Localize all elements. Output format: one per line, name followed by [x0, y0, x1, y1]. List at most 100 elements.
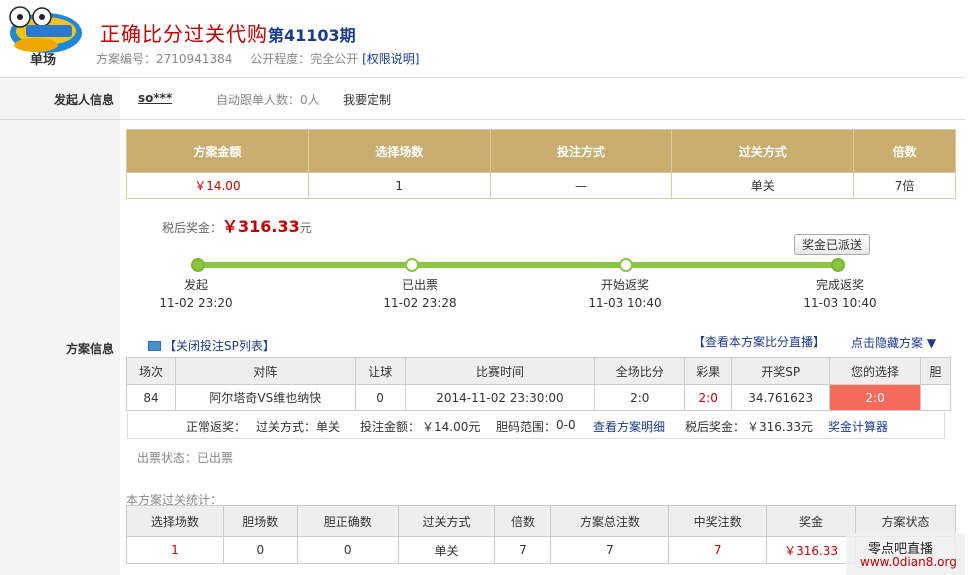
permission-link[interactable]: [权限说明]: [362, 52, 419, 66]
follow-count: 自动跟单人数：0人: [216, 93, 320, 107]
match-header-row: 场次 对阵 让球 比赛时间 全场比分 彩果 开奖SP 您的选择 胆: [126, 357, 952, 385]
table-row: 1 0 0 单关 7 7 7 ￥316.33: [126, 536, 956, 564]
divider: [0, 119, 965, 120]
summary-header-row: 方案金额 选择场数 投注方式 过关方式 倍数: [126, 129, 956, 173]
step-return-start: 开始返奖 11-03 10:40: [575, 276, 675, 312]
plan-summary-table: 方案金额 选择场数 投注方式 过关方式 倍数 ￥14.00 1 — 单关 7倍: [126, 129, 956, 199]
close-sp-list-link[interactable]: 【关闭投注SP列表】: [148, 337, 275, 354]
pass-value: 单关: [316, 420, 341, 434]
step-ticketed: 已出票 11-02 23:28: [370, 276, 470, 312]
col-time: 比赛时间: [404, 357, 596, 385]
stat-matches: 1: [126, 536, 224, 564]
step-label: 开始返奖: [600, 278, 649, 292]
page-header: 单场 正确比分过关代购第41103期 方案编号：2710941384 公开程度：…: [0, 0, 965, 75]
after-tax-label: 税后奖金：: [685, 420, 746, 434]
divider: [0, 77, 965, 78]
match-banker: [919, 384, 952, 411]
page-title: 正确比分过关代购第41103期: [100, 18, 356, 47]
pass-stats-table: 选择场数 胆场数 胆正确数 过关方式 倍数 方案总注数 中奖注数 奖金 方案状态…: [126, 505, 956, 564]
col-score: 全场比分: [594, 357, 686, 385]
openness-value: 完全公开: [310, 52, 359, 66]
stat-col-multiple: 倍数: [494, 505, 552, 537]
after-tax-prize: 税后奖金：￥316.33元: [162, 213, 312, 237]
stat-pass: 单关: [397, 536, 496, 564]
watermark: 零点吧直播 www.0dian8.org: [846, 533, 965, 575]
stat-banker: 0: [222, 536, 298, 564]
banker-range: 0-0: [556, 418, 576, 432]
match-handicap: 0: [354, 384, 406, 411]
stat-col-status: 方案状态: [855, 505, 956, 537]
step-time: 11-02 23:28: [383, 296, 457, 310]
step-node-return-done: [831, 258, 845, 272]
match-time: 2014-11-02 23:30:00: [404, 384, 596, 411]
step-label: 已出票: [401, 278, 438, 292]
plan-meta: 方案编号：2710941384 公开程度：完全公开 [权限说明]: [96, 50, 419, 67]
stat-col-matches: 选择场数: [126, 505, 224, 537]
match-choice: 2:0: [829, 384, 921, 411]
custom-link[interactable]: 我要定制: [343, 91, 391, 108]
header-bet-method: 投注方式: [489, 129, 673, 173]
stat-col-winning-bets: 中奖注数: [668, 505, 768, 537]
value-multiple: 7倍: [853, 172, 956, 199]
step-node-ticketed: [405, 258, 419, 272]
value-pass-method: 单关: [671, 172, 855, 199]
stat-col-banker-correct: 胆正确数: [296, 505, 399, 537]
prize-unit: 元: [299, 221, 312, 235]
stat-banker-correct: 0: [296, 536, 399, 564]
view-live-score-link[interactable]: 【查看本方案比分直播】: [693, 333, 825, 350]
header-amount: 方案金额: [126, 129, 309, 173]
prize-amount: ￥316.33: [222, 217, 300, 236]
initiator-name[interactable]: so***: [138, 91, 172, 105]
header-matches: 选择场数: [307, 129, 491, 173]
step-return-done: 完成返奖 11-03 10:40: [790, 276, 890, 312]
step-time: 11-02 23:20: [159, 296, 233, 310]
stat-winning-bets: 7: [668, 536, 768, 564]
step-label: 完成返奖: [815, 278, 864, 292]
step-node-started: [191, 258, 205, 272]
hide-plan-link[interactable]: 点击隐藏方案 ▼: [851, 334, 936, 351]
plan-label: 方案信息: [65, 342, 114, 356]
issue-number: 第41103期: [268, 26, 356, 45]
stat-col-banker: 胆场数: [222, 505, 298, 537]
match-teams: 阿尔塔奇VS维也纳快: [174, 384, 356, 411]
stat-prize: ￥316.33: [766, 536, 857, 564]
col-result: 彩果: [684, 357, 733, 385]
col-sp: 开奖SP: [731, 357, 831, 385]
return-summary: 正常返奖： 过关方式： 单关 投注金额： ￥14.00元 胆码范围： 0-0 查…: [127, 412, 945, 439]
plan-no-label: 方案编号：: [96, 52, 157, 66]
match-table: 场次 对阵 让球 比赛时间 全场比分 彩果 开奖SP 您的选择 胆 84 阿尔塔…: [126, 357, 952, 411]
logo-text: 单场: [30, 53, 57, 68]
view-detail-link[interactable]: 查看方案明细: [593, 418, 665, 435]
prize-label: 税后奖金：: [162, 221, 223, 235]
step-label: 发起: [183, 278, 208, 292]
pass-label: 过关方式：: [256, 420, 317, 434]
table-row: 84 阿尔塔奇VS维也纳快 0 2014-11-02 23:30:00 2:0 …: [126, 384, 952, 411]
header-pass-method: 过关方式: [671, 129, 855, 173]
ticket-status: 出票状态：已出票: [137, 451, 234, 465]
step-node-return-start: [619, 258, 633, 272]
plan-no: 2710941384: [156, 52, 233, 66]
col-banker: 胆: [919, 357, 952, 385]
header-multiple: 倍数: [853, 129, 956, 173]
stat-total-bets: 7: [550, 536, 670, 564]
bet-amount-label: 投注金额：: [360, 420, 421, 434]
match-score: 2:0: [594, 384, 686, 411]
return-label: 正常返奖：: [186, 420, 247, 434]
summary-value-row: ￥14.00 1 — 单关 7倍: [126, 172, 956, 199]
stat-col-total-bets: 方案总注数: [550, 505, 670, 537]
banker-range-label: 胆码范围：: [496, 420, 557, 434]
stat-col-pass: 过关方式: [397, 505, 496, 537]
step-time: 11-03 10:40: [588, 296, 662, 310]
progress-track: [197, 262, 838, 268]
title-text: 正确比分过关代购: [100, 22, 268, 46]
prize-sent-badge: 奖金已派送: [794, 234, 871, 255]
openness-label: 公开程度：: [250, 52, 311, 66]
initiator-label: 发起人信息: [53, 93, 114, 107]
after-tax-value: ￥316.33元: [747, 420, 813, 434]
prize-calculator-link[interactable]: 奖金计算器: [828, 418, 888, 435]
col-no: 场次: [126, 357, 176, 385]
value-bet-method: —: [489, 172, 673, 199]
close-sp-text[interactable]: 【关闭投注SP列表】: [164, 339, 275, 353]
bet-amount: ￥14.00元: [422, 420, 481, 434]
value-matches: 1: [307, 172, 491, 199]
